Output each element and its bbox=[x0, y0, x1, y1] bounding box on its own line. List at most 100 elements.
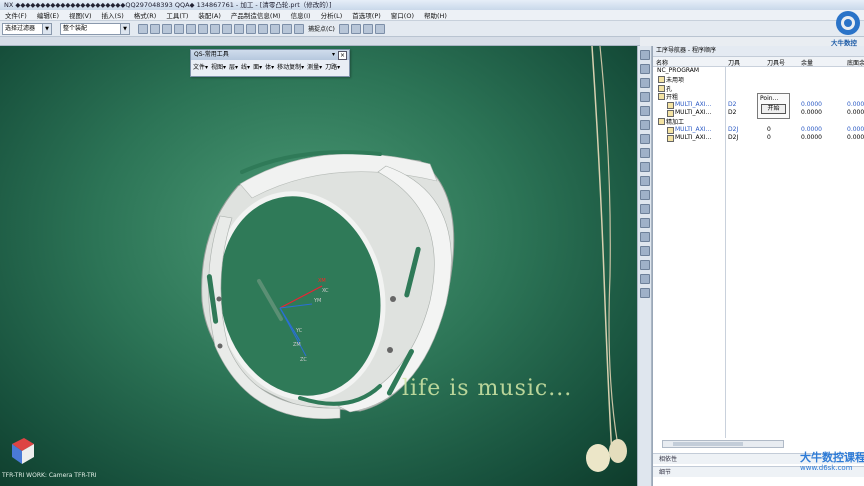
brand-gear-logo bbox=[836, 11, 860, 35]
qs-menu-body[interactable]: 体▾ bbox=[265, 62, 274, 71]
navigator-horizontal-scrollbar[interactable] bbox=[662, 440, 784, 448]
column-tool-number[interactable]: 刀具号 bbox=[767, 58, 785, 67]
menu-edit[interactable]: 编辑(E) bbox=[37, 10, 59, 20]
row-floor-stock: 0.0000 bbox=[847, 108, 864, 116]
qs-menu-move-copy[interactable]: 移动复制▾ bbox=[277, 62, 304, 71]
program-icon[interactable] bbox=[640, 246, 650, 256]
program-group-icon bbox=[658, 93, 665, 101]
point-tooltip-popup: Poin... 开始 bbox=[757, 93, 790, 119]
endpoint-icon[interactable] bbox=[234, 23, 244, 34]
qs-menu-file[interactable]: 文件▾ bbox=[193, 62, 208, 71]
axis-label-xc: XC bbox=[322, 288, 329, 294]
operation-icon bbox=[667, 135, 674, 143]
point-icon[interactable] bbox=[162, 23, 172, 34]
menu-assembly[interactable]: 装配(A) bbox=[198, 10, 221, 20]
overlay-text: life is music... bbox=[402, 376, 573, 401]
earbud-decoration bbox=[609, 439, 627, 463]
rectangle-icon[interactable] bbox=[198, 23, 208, 34]
row-tool-number: 0 bbox=[767, 125, 771, 133]
operation-navigator-icon[interactable] bbox=[640, 106, 650, 116]
graphics-viewport[interactable]: XM YM ZM XC YC ZC life is music... TFR-T… bbox=[0, 46, 637, 486]
cable-decoration bbox=[591, 46, 613, 457]
row-tool: D2 bbox=[728, 100, 737, 108]
tooltip-start-button[interactable]: 开始 bbox=[761, 104, 786, 114]
scrollbar-thumb[interactable] bbox=[673, 442, 743, 446]
midpoint-icon[interactable] bbox=[246, 23, 256, 34]
settings-icon[interactable] bbox=[640, 260, 650, 270]
geometry-icon[interactable] bbox=[640, 218, 650, 228]
snap-c-icon[interactable] bbox=[362, 23, 373, 34]
menu-analysis[interactable]: 分析(L) bbox=[321, 10, 343, 20]
qs-menu-measure[interactable]: 测量▾ bbox=[307, 62, 322, 71]
process-studio-icon[interactable] bbox=[640, 176, 650, 186]
capture-point-label[interactable]: 捕捉点(C) bbox=[308, 24, 335, 33]
axis-label-yc: YC bbox=[295, 328, 303, 334]
menu-preferences[interactable]: 首选项(P) bbox=[352, 10, 381, 20]
column-floor-stock[interactable]: 底面余 bbox=[847, 58, 864, 67]
hole bbox=[390, 296, 396, 302]
menu-bar: 文件(F) 编辑(E) 视图(V) 插入(S) 格式(R) 工具(T) 装配(A… bbox=[0, 10, 864, 21]
navigator-row[interactable]: 孔 bbox=[653, 84, 864, 93]
select-all-icon[interactable] bbox=[138, 23, 148, 34]
qs-menu-toolpath[interactable]: 刀路▾ bbox=[325, 62, 340, 71]
navigator-row[interactable]: MULTI_AXI... D2J 0 0.0000 0.0000 bbox=[653, 134, 864, 143]
watermark-title: 大牛数控课程 bbox=[800, 451, 864, 464]
plus-icon[interactable] bbox=[222, 23, 232, 34]
intersect-icon[interactable] bbox=[270, 23, 280, 34]
brand-logo-text: 大牛数控 bbox=[831, 39, 857, 47]
menu-pmi[interactable]: 产品制造信息(M) bbox=[231, 10, 281, 20]
column-tool[interactable]: 刀具 bbox=[728, 58, 740, 67]
row-stock: 0.0000 bbox=[801, 134, 822, 142]
lasso-icon[interactable] bbox=[186, 23, 196, 34]
selection-filter-dropdown[interactable]: 选择过滤器 ▼ bbox=[2, 22, 52, 35]
menu-tools[interactable]: 工具(T) bbox=[166, 10, 188, 20]
snap-b-icon[interactable] bbox=[350, 23, 361, 34]
menu-format[interactable]: 格式(R) bbox=[134, 10, 157, 20]
system-materials-icon[interactable] bbox=[640, 162, 650, 172]
method-icon[interactable] bbox=[640, 232, 650, 242]
qs-menu-line[interactable]: 线▾ bbox=[241, 62, 250, 71]
toolpath-icon[interactable] bbox=[640, 274, 650, 284]
assembly-navigator-icon[interactable] bbox=[640, 50, 650, 60]
menu-help[interactable]: 帮助(H) bbox=[424, 10, 447, 20]
menu-file[interactable]: 文件(F) bbox=[5, 10, 27, 20]
qs-menu-face[interactable]: 面▾ bbox=[253, 62, 262, 71]
menu-view[interactable]: 视图(V) bbox=[69, 10, 92, 20]
menu-insert[interactable]: 插入(S) bbox=[102, 10, 124, 20]
qs-panel-titlebar[interactable]: QS-常用工具 ▾ × bbox=[191, 50, 349, 60]
row-stock: 0.0000 bbox=[801, 125, 822, 133]
tangent-icon[interactable] bbox=[282, 23, 292, 34]
column-stock[interactable]: 余量 bbox=[801, 58, 813, 67]
navigator-row[interactable]: NC_PROGRAM bbox=[653, 67, 864, 75]
web-browser-icon[interactable] bbox=[640, 134, 650, 144]
model-scene: XM YM ZM XC YC ZC bbox=[12, 46, 627, 472]
navigator-row[interactable]: MULTI_AXI... D2J 0 0.0000 0.0000 bbox=[653, 126, 864, 134]
menu-info[interactable]: 信息(I) bbox=[291, 10, 311, 20]
history-icon[interactable] bbox=[640, 148, 650, 158]
circle-icon[interactable] bbox=[174, 23, 184, 34]
assembly-scope-dropdown[interactable]: 整个装配 ▼ bbox=[60, 22, 130, 35]
tool-icon[interactable] bbox=[640, 204, 650, 214]
snap-d-icon[interactable] bbox=[374, 23, 385, 34]
assembly-scope-value: 整个装配 bbox=[63, 24, 88, 32]
close-icon[interactable]: × bbox=[338, 51, 347, 60]
reuse-library-icon[interactable] bbox=[640, 92, 650, 102]
curve-icon[interactable] bbox=[258, 23, 268, 34]
center-icon[interactable] bbox=[294, 23, 304, 34]
axis-label-zc: ZC bbox=[300, 357, 307, 363]
polygon-icon[interactable] bbox=[210, 23, 220, 34]
verify-icon[interactable] bbox=[640, 288, 650, 298]
machine-navigator-icon[interactable] bbox=[640, 120, 650, 130]
snap-a-icon[interactable] bbox=[338, 23, 349, 34]
deselect-icon[interactable] bbox=[150, 23, 160, 34]
menu-window[interactable]: 窗口(O) bbox=[391, 10, 414, 20]
constraint-navigator-icon[interactable] bbox=[640, 64, 650, 74]
qs-menu-layer[interactable]: 层▾ bbox=[229, 62, 238, 71]
roles-icon[interactable] bbox=[640, 190, 650, 200]
navigator-row[interactable]: 未用项 bbox=[653, 75, 864, 84]
part-navigator-icon[interactable] bbox=[640, 78, 650, 88]
qs-menu-view[interactable]: 视图▾ bbox=[211, 62, 226, 71]
chevron-down-icon[interactable]: ▾ bbox=[330, 51, 337, 58]
hole bbox=[216, 296, 222, 302]
column-name[interactable]: 名称 bbox=[656, 58, 668, 67]
